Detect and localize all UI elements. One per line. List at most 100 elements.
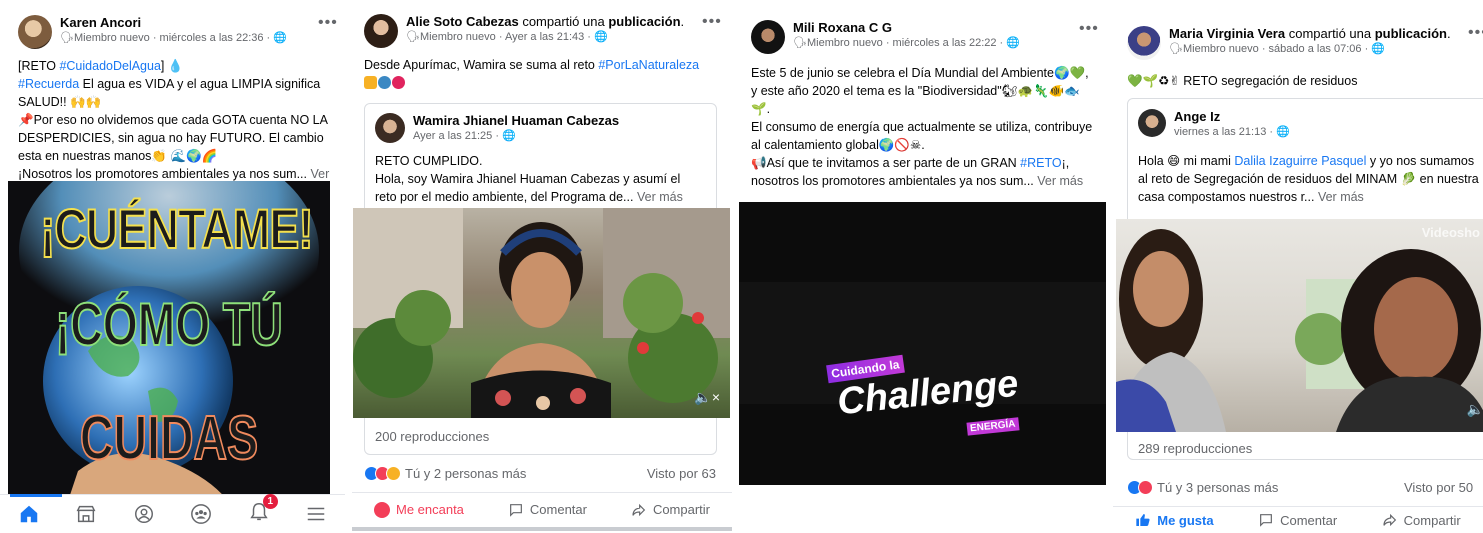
view-count: 200 reproducciones — [375, 429, 490, 444]
globe-icon: 🌐 — [1006, 37, 1020, 49]
share-button[interactable]: Compartir — [631, 502, 710, 518]
shared-video[interactable]: 🔈× — [353, 208, 730, 418]
shared-post-meta: Ayer a las 21:25 · 🌐 — [413, 130, 516, 142]
shared-post-header: Ange Iz viernes a las 21:13 · 🌐 — [1138, 109, 1290, 140]
care-reaction-icon — [386, 466, 401, 481]
reactions-summary[interactable]: Tú y 3 personas más — [1127, 480, 1278, 495]
post-header: Karen Ancori 🗣Miembro nuevo · miércoles … — [18, 15, 287, 49]
seen-by[interactable]: Visto por 50 — [1404, 480, 1473, 495]
love-icon — [373, 501, 390, 518]
feed-divider — [352, 527, 732, 531]
reactions-summary[interactable]: Tú y 2 personas más — [364, 466, 526, 481]
author-name: Maria Virginia Vera compartió una public… — [1169, 26, 1451, 41]
post-header: Mili Roxana C G 🗣Miembro nuevo · miércol… — [751, 20, 1020, 54]
notification-badge: 1 — [262, 493, 278, 509]
globe-icon: 🌐 — [273, 32, 287, 44]
hashtag-link[interactable]: #PorLaNaturaleza — [598, 58, 699, 72]
shared-author-name[interactable]: Ange Iz — [1174, 109, 1290, 125]
post-text: Este 5 de junio se celebra el Día Mundia… — [751, 66, 1093, 188]
post-text: 💚🌱♻✌ RETO segregación de residuos — [1127, 74, 1358, 88]
profile-icon[interactable] — [133, 503, 155, 525]
mention-link[interactable]: Dalila Izaguirre Pasquel — [1234, 154, 1366, 168]
avatar[interactable] — [1127, 26, 1161, 60]
author-name[interactable]: Mili Roxana C G — [793, 20, 1020, 36]
image-title-line3: CUIDAS — [79, 404, 259, 473]
shared-post-meta: viernes a las 21:13 · 🌐 — [1174, 126, 1290, 138]
post-meta: 🗣Miembro nuevo · miércoles a las 22:22 ·… — [793, 37, 1020, 49]
love-button[interactable]: Me encanta — [373, 501, 464, 518]
author-name[interactable]: Karen Ancori — [60, 15, 287, 31]
avatar[interactable] — [751, 20, 785, 54]
shared-author-name[interactable]: Wamira Jhianel Huaman Cabezas — [413, 113, 619, 129]
share-button[interactable]: Compartir — [1382, 512, 1461, 528]
like-button[interactable]: Me gusta — [1135, 512, 1214, 528]
shared-video[interactable]: Videosho 🔈 — [1116, 219, 1483, 432]
heart-emoji — [392, 76, 405, 89]
hashtag-link[interactable]: #RETO — [1020, 156, 1061, 170]
member-badge-icon: 🗣 — [793, 37, 807, 49]
seen-by[interactable]: Visto por 63 — [647, 466, 716, 481]
more-options-icon[interactable]: ••• — [702, 13, 722, 31]
more-options-icon[interactable]: ••• — [318, 14, 338, 32]
post-header: Maria Virginia Vera compartió una public… — [1127, 26, 1451, 60]
post-maria: Maria Virginia Vera compartió una public… — [1113, 0, 1483, 533]
shared-post-card[interactable]: Wamira Jhianel Huaman Cabezas Ayer a las… — [353, 103, 730, 455]
notifications-button[interactable]: 1 — [248, 493, 278, 528]
see-more-link[interactable]: Ver más — [1037, 174, 1083, 188]
active-tab-indicator — [10, 494, 62, 497]
video-watermark: Videosho — [1421, 225, 1480, 240]
image-title-line1: ¡CUÉNTAME! — [39, 197, 314, 260]
comment-button[interactable]: Comentar — [1258, 512, 1337, 528]
globe-icon: 🌐 — [1371, 43, 1385, 55]
share-icon — [632, 503, 646, 516]
avatar[interactable] — [364, 14, 398, 48]
shared-post-card[interactable]: Ange Iz viernes a las 21:13 · 🌐 Hola 😄 m… — [1116, 98, 1483, 460]
avatar[interactable] — [375, 113, 405, 143]
hashtag-link[interactable]: #Recuerda — [18, 77, 79, 91]
post-video[interactable]: Cuidando la Challenge ENERGÍA — [739, 202, 1106, 485]
more-options-icon[interactable]: ••• — [1468, 24, 1483, 42]
post-text: [RETO #CuidadoDelAgua] 💧 #Recuerda El ag… — [18, 57, 338, 201]
globe-icon: 🌐 — [594, 31, 608, 43]
emoji — [364, 76, 377, 89]
menu-icon[interactable] — [305, 503, 327, 525]
shared-post-header: Wamira Jhianel Huaman Cabezas Ayer a las… — [375, 113, 619, 144]
hashtag-link[interactable]: #CuidadoDelAgua — [59, 59, 160, 73]
see-more-link[interactable]: Ver más — [637, 190, 683, 204]
comment-icon — [509, 503, 522, 517]
more-options-icon[interactable]: ••• — [1079, 20, 1099, 38]
globe-emoji — [378, 76, 391, 89]
reaction-icons — [364, 466, 401, 481]
post-meta: 🗣Miembro nuevo · Ayer a las 21:43 · 🌐 — [406, 31, 608, 43]
groups-icon[interactable] — [190, 503, 212, 525]
author-name: Alie Soto Cabezas compartió una publicac… — [406, 14, 685, 29]
marketplace-icon[interactable] — [75, 503, 97, 525]
globe-icon: 🌐 — [502, 130, 516, 142]
video-frame-woman — [353, 208, 730, 418]
bottom-nav-bar: 1 — [0, 493, 345, 533]
mute-icon[interactable]: 🔈× — [694, 389, 720, 406]
avatar[interactable] — [18, 15, 52, 49]
love-reaction-icon — [1138, 480, 1153, 495]
member-badge-icon: 🗣 — [1169, 43, 1183, 55]
globe-icon: 🌐 — [1276, 126, 1290, 138]
post-meta: 🗣Miembro nuevo · sábado a las 07:06 · 🌐 — [1169, 43, 1385, 55]
view-count: 289 reproducciones — [1138, 441, 1253, 456]
post-mili: Mili Roxana C G 🗣Miembro nuevo · miércol… — [739, 0, 1106, 533]
mute-icon[interactable]: 🔈 — [1467, 401, 1483, 418]
shared-post-text: RETO CUMPLIDO. Hola, soy Wamira Jhianel … — [375, 154, 683, 204]
video-frame-mother-daughter — [1116, 229, 1483, 432]
share-icon — [1383, 513, 1396, 527]
image-title-line2: ¡CÓMO TÚ — [55, 291, 284, 358]
avatar[interactable] — [1138, 109, 1166, 137]
see-more-link[interactable]: Ver más — [1318, 190, 1364, 204]
comment-button[interactable]: Comentar — [508, 502, 587, 518]
reaction-icons — [1127, 480, 1153, 495]
action-bar: Me gusta Comentar Compartir — [1113, 506, 1483, 533]
thumbs-up-icon — [1136, 514, 1150, 526]
post-image[interactable]: ¡CUÉNTAME! ¡CÓMO TÚ CUIDAS — [8, 181, 330, 494]
post-karen: Karen Ancori 🗣Miembro nuevo · miércoles … — [0, 0, 345, 533]
shared-post-text: Hola 😄 mi mami Dalila Izaguirre Pasquel … — [1138, 154, 1479, 204]
home-icon[interactable] — [18, 503, 40, 525]
video-subtitle: ENERGÍA — [966, 417, 1020, 436]
